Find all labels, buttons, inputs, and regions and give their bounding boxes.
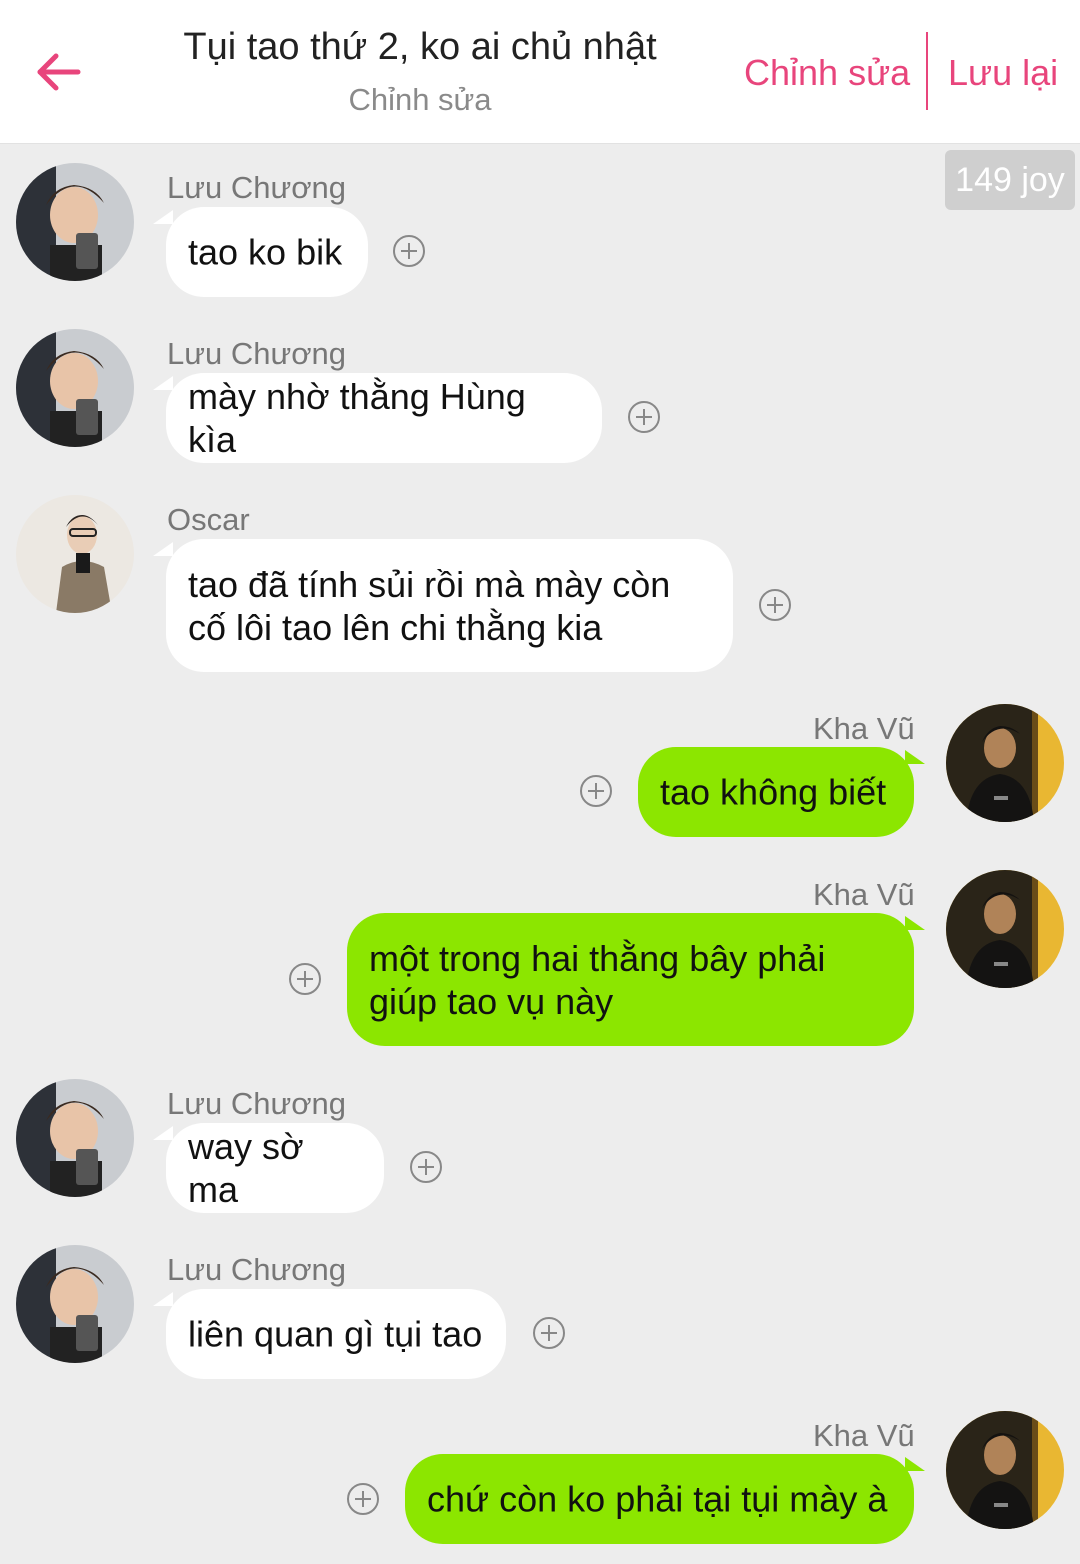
message-text: mày nhờ thằng Hùng kìa — [188, 376, 526, 460]
avatar[interactable] — [946, 1411, 1064, 1529]
bubble-tail — [905, 916, 925, 930]
sender-name: Lưu Chương — [167, 1086, 347, 1121]
add-reaction-icon[interactable] — [410, 1151, 442, 1183]
chat-subtitle: Chỉnh sửa — [348, 82, 492, 117]
message-bubble[interactable]: tao ko bik — [166, 207, 368, 297]
message-text: tao không biết — [660, 771, 887, 813]
bubble-tail — [153, 1292, 173, 1306]
add-reaction-icon[interactable] — [393, 235, 425, 267]
avatar[interactable] — [16, 1079, 134, 1197]
message-bubble[interactable]: tao đã tính sủi rồi mà mày còn cố lôi ta… — [166, 539, 733, 672]
bubble-tail — [905, 750, 925, 764]
message-bubble[interactable]: mày nhờ thằng Hùng kìa — [166, 373, 602, 463]
add-reaction-icon[interactable] — [759, 589, 791, 621]
message-bubble[interactable]: một trong hai thằng bây phải giúp tao vụ… — [347, 913, 914, 1046]
avatar[interactable] — [16, 163, 134, 281]
chat-title: Tụi tao thứ 2, ko ai chủ nhật — [183, 26, 657, 68]
bubble-tail — [153, 210, 173, 224]
bubble-tail — [153, 376, 173, 390]
message-bubble[interactable]: tao không biết — [638, 747, 914, 837]
message-text: một trong hai thằng bây phải giúp tao vụ… — [369, 937, 826, 1022]
add-reaction-icon[interactable] — [533, 1317, 565, 1349]
avatar[interactable] — [946, 870, 1064, 988]
avatar[interactable] — [16, 1245, 134, 1363]
avatar[interactable] — [16, 495, 134, 613]
sender-name: Lưu Chương — [167, 170, 347, 205]
sender-name: Kha Vũ — [813, 711, 915, 746]
avatar[interactable] — [946, 704, 1064, 822]
message-text: tao ko bik — [188, 231, 343, 273]
bubble-tail — [905, 1457, 925, 1471]
header-divider — [926, 32, 928, 110]
add-reaction-icon[interactable] — [347, 1483, 379, 1515]
top-bar: Tụi tao thứ 2, ko ai chủ nhật Chỉnh sửa … — [0, 0, 1080, 144]
sender-name: Lưu Chương — [167, 1252, 347, 1287]
message-text: tao đã tính sủi rồi mà mày còn cố lôi ta… — [188, 563, 671, 648]
back-arrow-icon[interactable] — [30, 44, 86, 100]
sender-name: Kha Vũ — [813, 877, 915, 912]
save-button[interactable]: Lưu lại — [948, 52, 1058, 94]
message-bubble[interactable]: chứ còn ko phải tại tụi mày à — [405, 1454, 914, 1544]
add-reaction-icon[interactable] — [289, 963, 321, 995]
bubble-tail — [153, 542, 173, 556]
message-bubble[interactable]: way sờ ma — [166, 1123, 384, 1213]
message-text: liên quan gì tụi tao — [188, 1313, 483, 1355]
sender-name: Kha Vũ — [813, 1418, 915, 1453]
joy-badge: 149 joy — [945, 150, 1075, 210]
add-reaction-icon[interactable] — [580, 775, 612, 807]
message-bubble[interactable]: liên quan gì tụi tao — [166, 1289, 506, 1379]
avatar[interactable] — [16, 329, 134, 447]
add-reaction-icon[interactable] — [628, 401, 660, 433]
message-text: chứ còn ko phải tại tụi mày à — [427, 1478, 888, 1520]
bubble-tail — [153, 1126, 173, 1140]
sender-name: Lưu Chương — [167, 336, 347, 371]
message-text: way sờ ma — [188, 1126, 304, 1210]
edit-button[interactable]: Chỉnh sửa — [744, 52, 910, 94]
sender-name: Oscar — [167, 502, 250, 537]
